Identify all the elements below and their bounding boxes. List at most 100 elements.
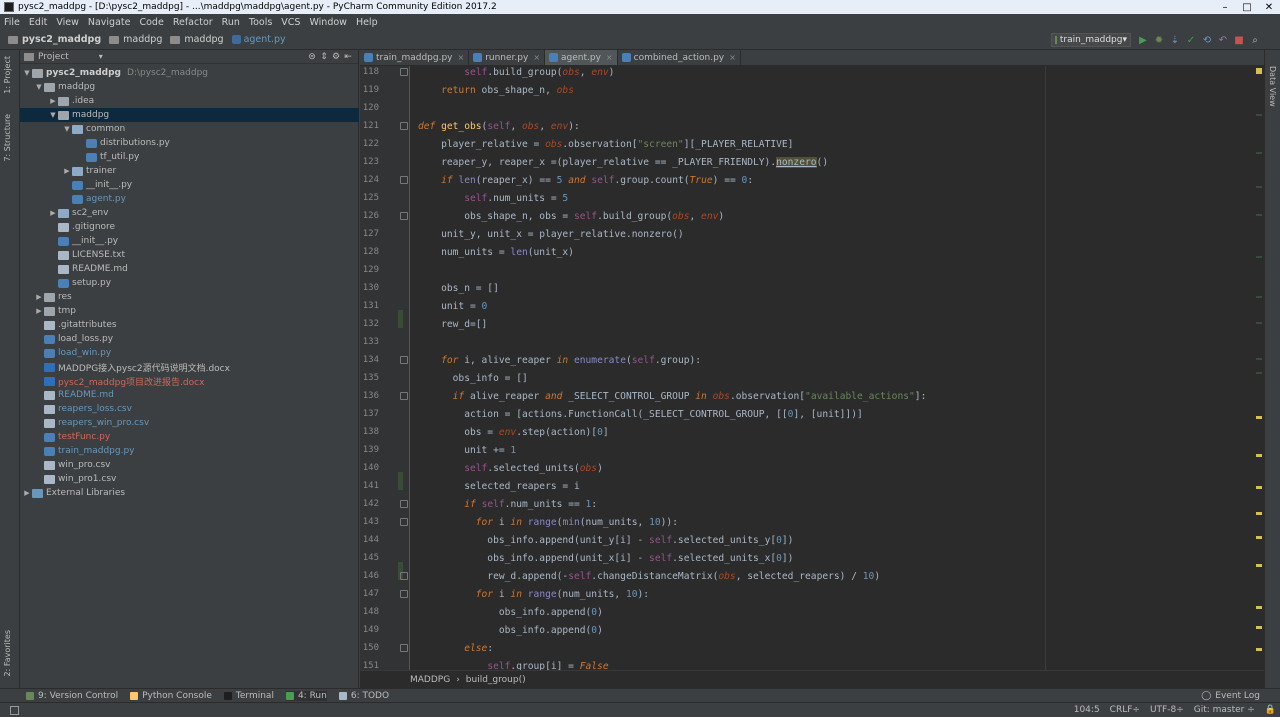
vcs-commit-icon[interactable]: ✓: [1184, 33, 1198, 47]
tool-window-button[interactable]: 6: TODO: [338, 691, 389, 701]
menu-run[interactable]: Run: [218, 17, 245, 28]
tree-item[interactable]: LICENSE.txt: [48, 248, 125, 262]
event-log-button[interactable]: ◯ Event Log: [1201, 691, 1260, 701]
stop-icon[interactable]: ■: [1232, 33, 1246, 47]
tree-item[interactable]: ▶ tmp: [34, 304, 76, 318]
fold-marker-icon[interactable]: [400, 176, 408, 184]
tree-item[interactable]: agent.py: [62, 192, 126, 206]
menu-file[interactable]: File: [0, 17, 25, 28]
tree-item[interactable]: ▼ maddpg: [34, 80, 95, 94]
sync-icon[interactable]: ⊜: [306, 52, 318, 62]
expand-arrow-icon[interactable]: ▶: [34, 293, 44, 301]
expand-arrow-icon[interactable]: ▼: [62, 125, 72, 133]
close-tab-icon[interactable]: ×: [729, 53, 736, 62]
breadcrumb-class[interactable]: MADDPG: [410, 675, 450, 685]
breadcrumb-project[interactable]: pysc2_maddpg: [8, 34, 101, 45]
tool-tab-data-view[interactable]: Data View: [1268, 66, 1277, 107]
tree-root[interactable]: ▼ pysc2_maddpg D:\pysc2_maddpg: [22, 66, 208, 80]
project-panel-title[interactable]: Project: [38, 52, 69, 62]
tree-item[interactable]: ▶ trainer: [62, 164, 116, 178]
fold-marker-icon[interactable]: [400, 68, 408, 76]
close-tab-icon[interactable]: ×: [606, 53, 613, 62]
editor-tab[interactable]: train_maddpg.py ×: [360, 50, 470, 65]
chevron-down-icon[interactable]: ▾: [99, 52, 103, 61]
tree-item[interactable]: train_maddpg.py: [34, 444, 134, 458]
menu-view[interactable]: View: [52, 17, 84, 28]
tree-item[interactable]: __init__.py: [62, 178, 132, 192]
run-configuration-select[interactable]: train_maddpg ▾: [1051, 33, 1131, 47]
fold-marker-icon[interactable]: [400, 644, 408, 652]
tool-tab-project[interactable]: 1: Project: [3, 56, 12, 94]
minimize-button[interactable]: –: [1214, 0, 1236, 14]
tree-item[interactable]: ▶ .idea: [48, 94, 94, 108]
tree-item[interactable]: ▶ External Libraries: [22, 486, 125, 500]
fold-marker-icon[interactable]: [400, 572, 408, 580]
tree-item[interactable]: load_loss.py: [34, 332, 113, 346]
tree-item[interactable]: .gitignore: [48, 220, 115, 234]
close-button[interactable]: ✕: [1258, 0, 1280, 14]
tree-item[interactable]: reapers_loss.csv: [34, 402, 132, 416]
tool-window-button[interactable]: 4: Run: [285, 690, 327, 701]
menu-code[interactable]: Code: [135, 17, 168, 28]
fold-marker-icon[interactable]: [400, 356, 408, 364]
fold-marker-icon[interactable]: [400, 122, 408, 130]
collapse-icon[interactable]: ⇕: [318, 52, 330, 62]
breadcrumb-maddpg[interactable]: maddpg: [109, 34, 162, 45]
breadcrumb-maddpg-inner[interactable]: maddpg: [170, 34, 224, 45]
tree-item[interactable]: .gitattributes: [34, 318, 117, 332]
editor-tab[interactable]: runner.py ×: [469, 50, 546, 65]
gear-icon[interactable]: ⚙: [330, 52, 342, 62]
tool-window-button[interactable]: Python Console: [130, 691, 212, 701]
fold-marker-icon[interactable]: [400, 212, 408, 220]
menu-edit[interactable]: Edit: [25, 17, 52, 28]
hide-icon[interactable]: ⇤: [342, 52, 354, 62]
expand-arrow-icon[interactable]: ▼: [34, 83, 44, 91]
git-branch[interactable]: Git: master ÷: [1194, 705, 1255, 715]
breadcrumb-method[interactable]: build_group(): [466, 675, 526, 685]
tree-item[interactable]: ▼ maddpg: [20, 108, 359, 122]
tool-window-button[interactable]: 9: Version Control: [26, 691, 118, 701]
tree-item[interactable]: win_pro1.csv: [34, 472, 116, 486]
breadcrumb-file[interactable]: agent.py: [231, 34, 286, 45]
close-tab-icon[interactable]: ×: [533, 53, 540, 62]
expand-arrow-icon[interactable]: ▶: [62, 167, 72, 175]
expand-arrow-icon[interactable]: ▶: [22, 489, 32, 497]
tool-window-button[interactable]: Terminal: [223, 691, 274, 701]
maximize-button[interactable]: □: [1236, 0, 1258, 14]
menu-navigate[interactable]: Navigate: [84, 17, 136, 28]
menu-tools[interactable]: Tools: [245, 17, 277, 28]
vcs-revert-icon[interactable]: ↶: [1216, 33, 1230, 47]
menu-help[interactable]: Help: [352, 17, 383, 28]
menu-refactor[interactable]: Refactor: [169, 17, 218, 28]
vcs-history-icon[interactable]: ⟲: [1200, 33, 1214, 47]
tree-item[interactable]: reapers_win_pro.csv: [34, 416, 149, 430]
expand-arrow-icon[interactable]: ▶: [34, 307, 44, 315]
tree-item[interactable]: load_win.py: [34, 346, 111, 360]
toggle-tool-windows-icon[interactable]: [10, 705, 19, 715]
editor-tab[interactable]: combined_action.py ×: [618, 50, 741, 65]
tree-item[interactable]: ▶ sc2_env: [48, 206, 108, 220]
tool-tab-structure[interactable]: 7: Structure: [3, 114, 12, 162]
expand-arrow-icon[interactable]: ▶: [48, 97, 58, 105]
tree-item[interactable]: ▼ common: [62, 122, 125, 136]
expand-arrow-icon[interactable]: ▶: [48, 209, 58, 217]
search-icon[interactable]: ⌕: [1248, 33, 1262, 47]
line-separator[interactable]: CRLF÷: [1110, 705, 1140, 715]
fold-marker-icon[interactable]: [400, 518, 408, 526]
fold-marker-icon[interactable]: [400, 590, 408, 598]
expand-arrow-icon[interactable]: ▼: [22, 69, 32, 77]
editor-tab[interactable]: agent.py ×: [545, 50, 618, 65]
run-icon[interactable]: ▶: [1136, 33, 1150, 47]
tree-item[interactable]: README.md: [34, 388, 114, 402]
code-editor[interactable]: 118 self.build_group(obs, env) 119 return…: [360, 66, 1264, 670]
debug-icon[interactable]: ✹: [1152, 33, 1166, 47]
menu-window[interactable]: Window: [305, 17, 351, 28]
tool-tab-favorites[interactable]: 2: Favorites: [3, 630, 12, 676]
tree-item[interactable]: README.md: [48, 262, 128, 276]
tree-item[interactable]: pysc2_maddpg项目改进报告.docx: [34, 374, 204, 388]
caret-position[interactable]: 104:5: [1074, 705, 1100, 715]
tree-item[interactable]: testFunc.py: [34, 430, 110, 444]
tree-item[interactable]: win_pro.csv: [34, 458, 110, 472]
vcs-update-icon[interactable]: ⇣: [1168, 33, 1182, 47]
tree-item[interactable]: MADDPG接入pysc2源代码说明文档.docx: [34, 360, 230, 374]
